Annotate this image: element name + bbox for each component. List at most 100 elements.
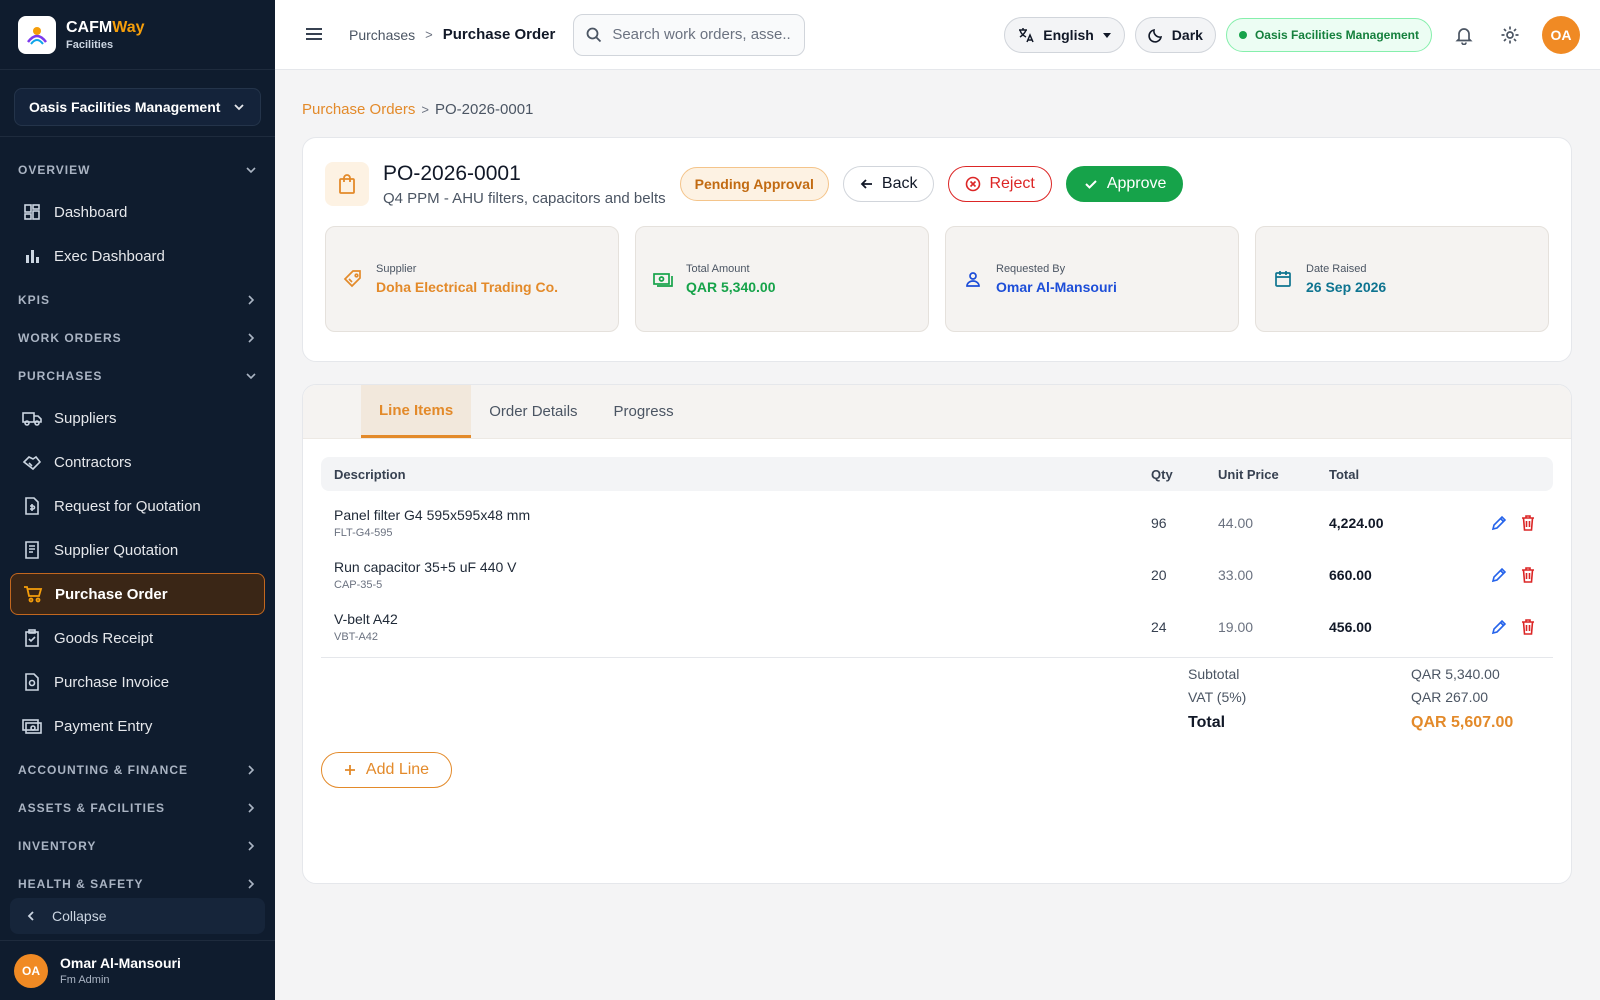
translate-icon: [1019, 27, 1034, 42]
truck-icon: [22, 408, 42, 428]
chevron-right-icon: [248, 295, 255, 305]
delete-icon[interactable]: [1521, 567, 1535, 583]
line-items-table: Description Qty Unit Price Total Panel f…: [303, 439, 1571, 738]
user-avatar[interactable]: OA: [1542, 15, 1580, 54]
payment-icon: [22, 716, 42, 736]
section-assets[interactable]: ASSETS & FACILITIES: [10, 789, 265, 827]
chevron-right-icon: [248, 803, 255, 813]
search-input[interactable]: [612, 26, 793, 43]
cancel-circle-icon: [966, 176, 981, 192]
delete-icon[interactable]: [1521, 619, 1535, 635]
collapse-button[interactable]: Collapse: [10, 898, 265, 934]
calendar-icon: [1272, 268, 1294, 290]
sidebar-item-exec-dashboard[interactable]: Exec Dashboard: [10, 235, 265, 277]
breadcrumb-current: PO-2026-0001: [434, 100, 534, 118]
search-icon: [586, 27, 602, 42]
check-icon: [1085, 180, 1097, 189]
menu-icon[interactable]: [303, 23, 327, 47]
header-breadcrumb-current: Purchase Order: [442, 26, 556, 43]
item-unit-price: 19.00: [1218, 619, 1254, 635]
add-line-button[interactable]: Add Line: [321, 752, 452, 788]
arrow-left-icon: [860, 179, 872, 189]
table-header: Description Qty Unit Price Total: [321, 457, 1553, 491]
bar-chart-icon: [22, 246, 42, 266]
item-total: 456.00: [1329, 619, 1372, 635]
handshake-icon: [22, 452, 42, 472]
plus-icon: [344, 765, 355, 775]
sidebar-item-purchase-order[interactable]: Purchase Order: [10, 573, 265, 615]
section-kpis[interactable]: KPIS: [10, 281, 265, 319]
approve-button[interactable]: Approve: [1065, 166, 1184, 202]
back-button[interactable]: Back: [842, 166, 935, 202]
sidebar-item-rfq[interactable]: Request for Quotation: [10, 485, 265, 527]
chevron-right-icon: [248, 841, 255, 851]
sidebar-item-payment-entry[interactable]: Payment Entry: [10, 705, 265, 747]
edit-icon[interactable]: [1491, 515, 1507, 531]
table-row: Panel filter G4 595x595x48 mm FLT-G4-595…: [321, 497, 1553, 549]
section-overview[interactable]: OVERVIEW: [10, 151, 265, 189]
receipt-icon: [22, 540, 42, 560]
breadcrumb-link-purchase-orders[interactable]: Purchase Orders: [302, 101, 415, 118]
table-row: Run capacitor 35+5 uF 440 V CAP-35-5 20 …: [321, 549, 1553, 601]
header-breadcrumb-parent[interactable]: Purchases: [349, 27, 415, 43]
section-inventory[interactable]: INVENTORY: [10, 827, 265, 865]
item-name: V-belt A42: [334, 611, 398, 627]
settings-button[interactable]: [1492, 17, 1528, 53]
chevron-right-icon: [248, 765, 255, 775]
section-purchases[interactable]: PURCHASES: [10, 357, 265, 395]
page-title: PO-2026-0001: [383, 161, 521, 185]
totals-summary: Subtotal QAR 5,340.00 VAT (5%) QAR 267.0…: [321, 662, 1553, 738]
sidebar-item-contractors[interactable]: Contractors: [10, 441, 265, 483]
column-header-unit-price: Unit Price: [1218, 466, 1279, 482]
sidebar-item-supplier-quotation[interactable]: Supplier Quotation: [10, 529, 265, 571]
stat-total-amount: Total Amount QAR 5,340.00: [635, 226, 929, 332]
org-status-badge: Oasis Facilities Management: [1225, 17, 1432, 52]
tab-progress[interactable]: Progress: [596, 385, 692, 438]
grand-total-row: Total QAR 5,607.00: [1188, 714, 1514, 731]
delete-icon[interactable]: [1521, 515, 1535, 531]
line-items-card: Line Items Order Details Progress Descri…: [302, 384, 1572, 884]
item-total: 4,224.00: [1329, 515, 1384, 531]
reject-button[interactable]: Reject: [948, 166, 1052, 202]
brand: CAFMWay Facilities: [0, 0, 275, 70]
edit-icon[interactable]: [1491, 619, 1507, 635]
status-dot-icon: [1238, 30, 1247, 39]
tab-order-details[interactable]: Order Details: [471, 385, 595, 438]
date-raised-value: 26 Sep 2026: [1306, 279, 1387, 295]
sidebar-item-goods-receipt[interactable]: Goods Receipt: [10, 617, 265, 659]
chevron-right-icon: [248, 879, 255, 889]
item-code: FLT-G4-595: [334, 527, 393, 539]
subtotal-value: QAR 5,340.00: [1411, 665, 1500, 682]
search-box[interactable]: [573, 13, 806, 56]
gear-icon: [1501, 26, 1519, 43]
sidebar-item-suppliers[interactable]: Suppliers: [10, 397, 265, 439]
org-selector[interactable]: Oasis Facilities Management: [14, 88, 261, 126]
notifications-button[interactable]: [1446, 17, 1482, 53]
user-role: Fm Admin: [60, 974, 110, 986]
sidebar-item-dashboard[interactable]: Dashboard: [10, 191, 265, 233]
language-selector[interactable]: English: [1004, 16, 1125, 53]
status-badge: Pending Approval: [679, 167, 829, 201]
caret-down-icon: [1102, 32, 1111, 38]
item-qty: 24: [1151, 619, 1167, 635]
item-qty: 20: [1151, 567, 1167, 583]
section-work-orders[interactable]: WORK ORDERS: [10, 319, 265, 357]
stat-date-raised: Date Raised 26 Sep 2026: [1255, 226, 1549, 332]
vat-value: QAR 267.00: [1411, 688, 1489, 705]
edit-icon[interactable]: [1491, 567, 1507, 583]
main-content: Purchase Orders > PO-2026-0001 PO-2026-0…: [275, 70, 1600, 1000]
item-name: Panel filter G4 595x595x48 mm: [334, 507, 531, 523]
sidebar-nav: OVERVIEW Dashboard Exec Dashboard KPIS W…: [0, 151, 275, 903]
cart-icon: [23, 584, 43, 604]
chevron-right-icon: [248, 333, 255, 343]
section-accounting[interactable]: ACCOUNTING & FINANCE: [10, 751, 265, 789]
table-row: V-belt A42 VBT-A42 24 19.00 456.00: [321, 601, 1553, 653]
chevron-left-icon: [27, 911, 34, 921]
tab-line-items[interactable]: Line Items: [361, 385, 472, 438]
column-header-qty: Qty: [1151, 466, 1173, 482]
theme-toggle[interactable]: Dark: [1134, 16, 1216, 53]
sidebar-user[interactable]: OA Omar Al-Mansouri Fm Admin: [0, 940, 275, 1000]
org-selector-label: Oasis Facilities Management: [29, 99, 221, 115]
item-code: CAP-35-5: [334, 579, 383, 591]
sidebar-item-purchase-invoice[interactable]: Purchase Invoice: [10, 661, 265, 703]
